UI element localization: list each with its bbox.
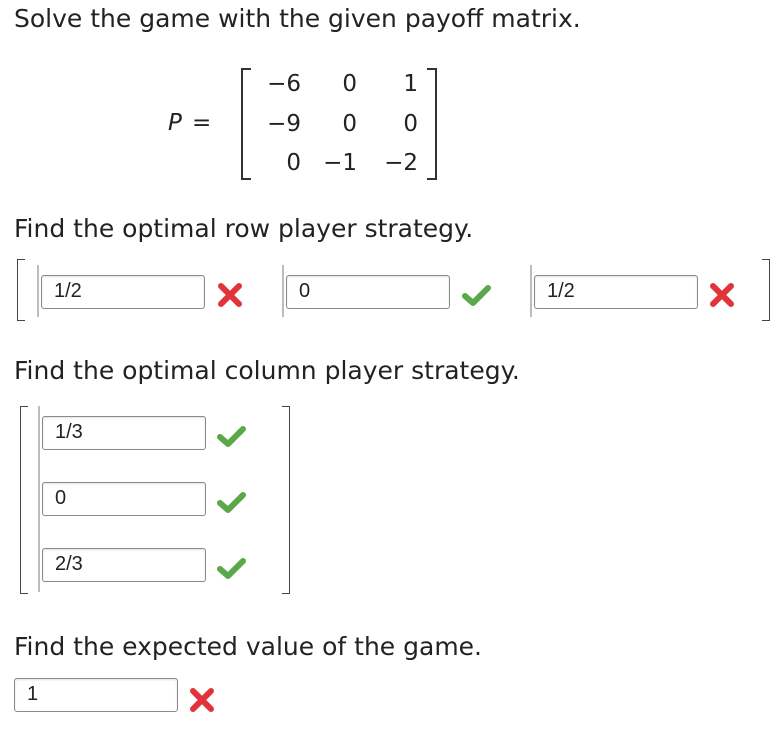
check-icon [217, 492, 246, 513]
cross-icon [710, 283, 734, 307]
row-vector-right-bracket [762, 259, 770, 321]
row-strategy-input-2[interactable]: 0 [286, 275, 450, 309]
column-strategy-input-1[interactable]: 1/3 [42, 416, 206, 450]
matrix-equals: = [192, 110, 212, 136]
matrix-body: −6 0 1 −9 0 0 0 −1 −2 [241, 68, 441, 180]
row-vector-left-bracket [17, 259, 25, 321]
field-accent [37, 265, 39, 317]
expected-value-input[interactable]: 1 [14, 678, 178, 712]
row-strategy-prompt: Find the optimal row player strategy. [14, 214, 474, 243]
matrix-label: P [168, 110, 182, 136]
column-vector-right-bracket [282, 406, 290, 594]
matrix-cell: 0 [286, 150, 301, 176]
check-icon [217, 426, 246, 447]
matrix-cell: −1 [323, 150, 357, 176]
check-icon [217, 558, 246, 579]
column-strategy-input-2[interactable]: 0 [42, 482, 206, 516]
matrix-cell: −9 [267, 111, 301, 137]
matrix-cell: 1 [403, 71, 418, 97]
field-accent [530, 265, 532, 317]
matrix-cell: −2 [384, 150, 418, 176]
matrix-cell: 0 [403, 111, 418, 137]
expected-value-prompt: Find the expected value of the game. [14, 632, 482, 661]
field-accent [38, 406, 40, 592]
column-strategy-prompt: Find the optimal column player strategy. [14, 356, 520, 385]
matrix-cell: 0 [342, 71, 357, 97]
matrix-cell: 0 [342, 111, 357, 137]
column-vector-left-bracket [20, 406, 28, 594]
payoff-matrix: P = −6 0 1 −9 0 0 0 −1 −2 [0, 0, 780, 200]
check-icon [462, 285, 491, 306]
column-strategy-vector: 1/3 0 2/3 [0, 400, 320, 600]
matrix-cell: −6 [267, 71, 301, 97]
field-accent [282, 265, 284, 317]
row-strategy-input-3[interactable]: 1/2 [534, 275, 698, 309]
row-strategy-vector: 1/2 0 1/2 [0, 255, 780, 325]
matrix-right-bracket [427, 68, 437, 180]
cross-icon [190, 688, 214, 712]
row-strategy-input-1[interactable]: 1/2 [41, 275, 205, 309]
cross-icon [218, 283, 242, 307]
column-strategy-input-3[interactable]: 2/3 [42, 548, 206, 582]
